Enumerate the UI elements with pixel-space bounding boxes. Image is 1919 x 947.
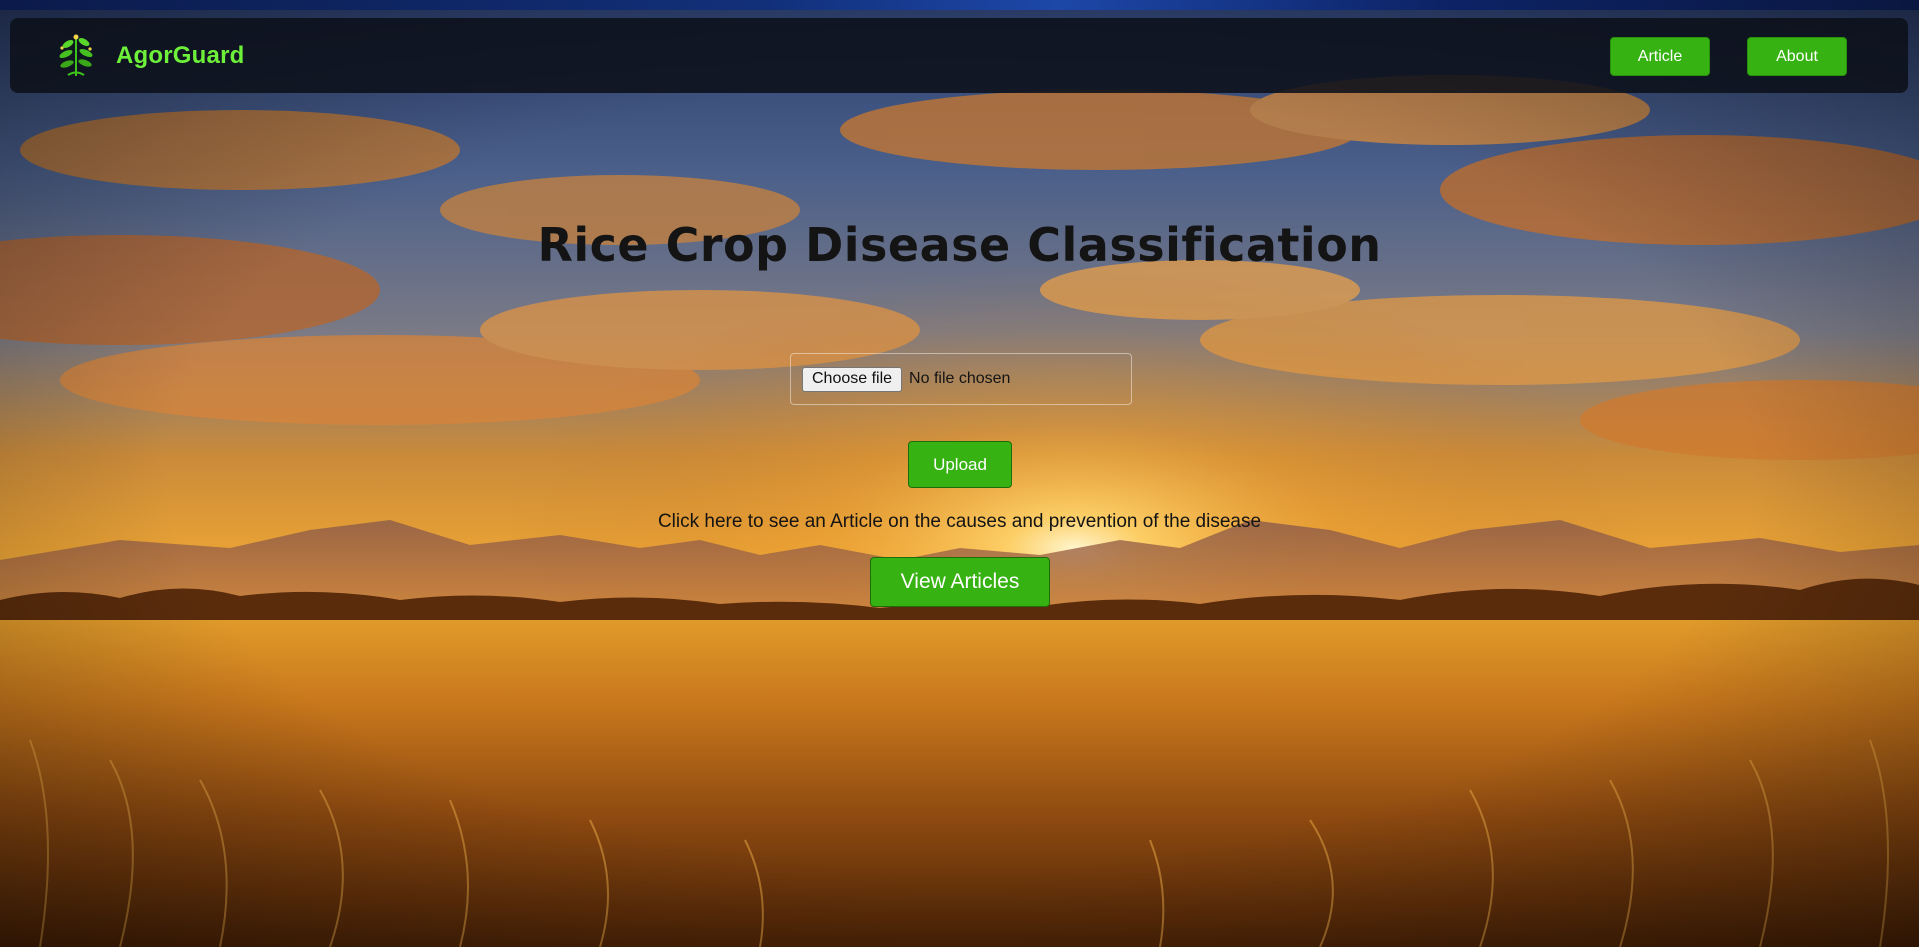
brand[interactable]: AgorGuard: [54, 32, 244, 80]
view-articles-button[interactable]: View Articles: [870, 557, 1050, 607]
article-hint-text: Click here to see an Article on the caus…: [657, 511, 1262, 532]
nav-article-button[interactable]: Article: [1610, 37, 1710, 76]
top-decoration-strip: [0, 0, 1919, 10]
file-upload-field[interactable]: Choose file No file chosen: [790, 353, 1132, 405]
file-status-text: No file chosen: [909, 370, 1011, 387]
brand-name: AgorGuard: [116, 42, 245, 69]
upload-button[interactable]: Upload: [908, 441, 1012, 488]
nav-about-button[interactable]: About: [1747, 37, 1847, 76]
plant-sprout-icon: [54, 32, 98, 80]
navbar: AgorGuard Article About: [10, 18, 1908, 93]
choose-file-button[interactable]: Choose file: [802, 366, 903, 392]
page: AgorGuard Article About Rice Crop Diseas…: [0, 0, 1919, 947]
page-title: Rice Crop Disease Classification: [537, 218, 1382, 272]
